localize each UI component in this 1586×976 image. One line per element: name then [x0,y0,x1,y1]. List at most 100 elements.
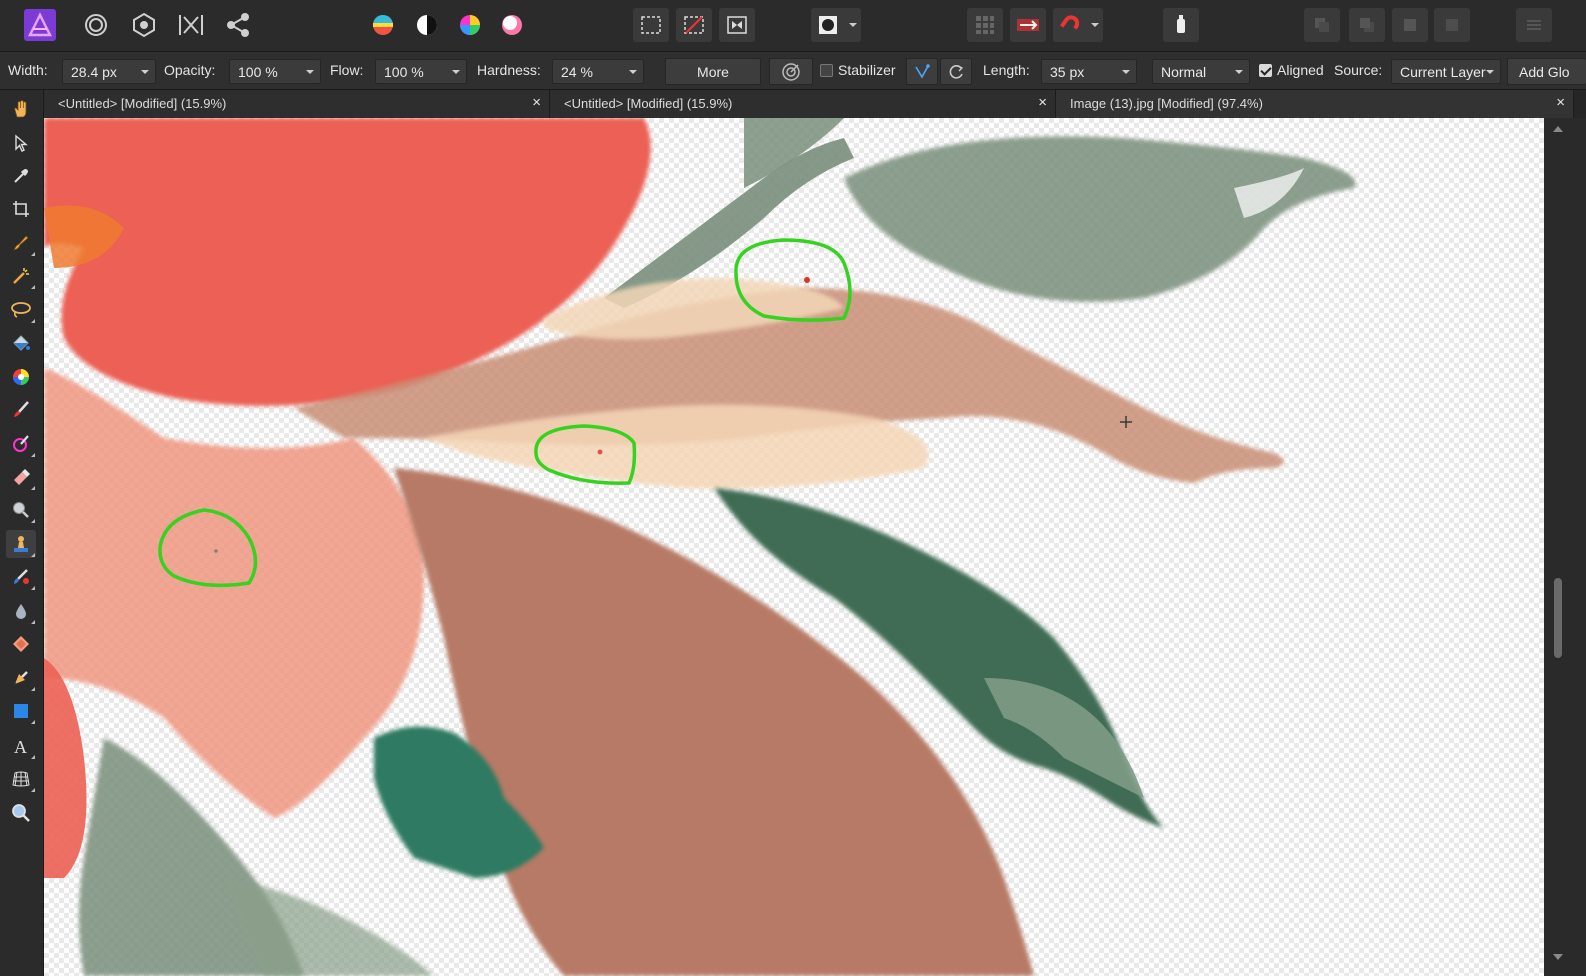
aligned-checkbox[interactable] [1259,64,1272,77]
paint-brush-tool-icon[interactable] [6,396,36,424]
gradient-tool-icon[interactable] [6,363,36,391]
move-tool-icon[interactable] [6,129,36,157]
force-pixel-alignment-icon[interactable] [1010,8,1046,42]
main-toolbar [0,0,1586,52]
rope-mode-button[interactable] [906,58,938,85]
crop-tool-icon[interactable] [6,195,36,223]
width-field[interactable]: 28.4 px [62,59,156,84]
color-wheel-icon[interactable] [452,8,488,42]
blur-brush-tool-icon[interactable] [6,597,36,625]
deselect-icon[interactable] [676,8,712,42]
snapping-magnet-icon[interactable] [1053,8,1087,42]
add-global-source-button[interactable]: Add Glo [1507,58,1586,85]
context-toolbar: Width: 28.4 px Opacity: 100 % Flow: 100 … [0,52,1586,90]
tools-panel: A [0,90,44,976]
red-eye-tool-icon[interactable] [6,630,36,658]
scroll-down-icon[interactable] [1553,954,1563,960]
quick-mask-icon[interactable] [811,8,845,42]
app-logo-icon[interactable] [22,8,58,42]
flood-fill-tool-icon[interactable] [6,330,36,358]
length-field[interactable]: 35 px [1041,59,1137,84]
flow-value: 100 % [384,64,424,80]
develop-persona-icon[interactable] [126,8,162,42]
blend-mode-select[interactable]: Normal [1152,59,1250,84]
close-icon[interactable]: × [532,94,541,111]
tab-untitled-2[interactable]: <Untitled> [Modified] (15.9%) × [550,90,1056,118]
color-picker-tool-icon[interactable] [6,162,36,190]
svg-text:A: A [14,737,27,756]
freehand-selection-tool-icon[interactable] [6,296,36,324]
hardness-field[interactable]: 24 % [552,59,644,84]
hsl-icon[interactable] [365,8,401,42]
move-to-back-icon[interactable] [1392,8,1428,42]
document-tabs: <Untitled> [Modified] (15.9%) × <Untitle… [44,90,1586,118]
marquee-icon[interactable] [633,8,669,42]
scroll-up-icon[interactable] [1553,126,1563,132]
window-mode-icon [949,64,964,79]
source-label: Source: [1334,62,1383,78]
artistic-text-tool-icon[interactable]: A [6,732,36,760]
tone-mapping-persona-icon[interactable] [173,8,209,42]
aligned-label: Aligned [1277,62,1324,78]
assistant-icon[interactable] [1163,8,1199,42]
mesh-warp-tool-icon[interactable] [6,765,36,793]
hand-tool-icon[interactable] [6,95,36,123]
hardness-value: 24 % [561,64,593,80]
scroll-thumb[interactable] [1554,578,1562,658]
vertical-scrollbar[interactable] [1544,118,1586,976]
length-label: Length: [983,62,1030,78]
affinity-photo-window: Width: 28.4 px Opacity: 100 % Flow: 100 … [0,0,1586,976]
zoom-tool-icon[interactable] [6,799,36,827]
stabilizer-checkbox[interactable] [820,64,833,77]
grey-spot [214,549,218,553]
close-icon[interactable]: × [1556,94,1565,111]
levels-icon[interactable] [409,8,445,42]
color-replacement-tool-icon[interactable] [6,430,36,458]
clone-brush-tool-icon[interactable] [6,530,36,558]
close-icon[interactable]: × [1038,94,1047,111]
erase-brush-tool-icon[interactable] [6,463,36,491]
width-value: 28.4 px [71,64,117,80]
red-strip-left [44,658,87,878]
brush-pressure-button[interactable] [769,58,813,85]
export-persona-icon[interactable] [220,8,256,42]
quick-mask-dropdown[interactable] [845,8,861,42]
move-back-icon[interactable] [1304,8,1340,42]
selection-brush-tool-icon[interactable] [6,229,36,257]
hardness-label: Hardness: [477,62,541,78]
opacity-label: Opacity: [164,62,216,78]
tab-untitled-1[interactable]: <Untitled> [Modified] (15.9%) × [44,90,550,118]
opacity-value: 100 % [238,64,278,80]
white-balance-icon[interactable] [494,8,530,42]
window-mode-button[interactable] [940,58,972,85]
brown-petal-large [394,468,1034,976]
more-button[interactable]: More [665,58,761,85]
tab-label: <Untitled> [Modified] (15.9%) [58,96,227,111]
flood-select-tool-icon[interactable] [6,262,36,290]
pen-tool-icon[interactable] [6,664,36,692]
leaf-top-right [844,136,1356,302]
panels-icon[interactable] [1516,8,1552,42]
tab-image-13[interactable]: Image (13).jpg [Modified] (97.4%) × [1056,90,1574,118]
pressure-icon [782,62,800,81]
stabilizer-label: Stabilizer [838,62,896,78]
liquify-persona-icon[interactable] [78,8,114,42]
red-spot [804,277,810,283]
flow-field[interactable]: 100 % [375,59,467,84]
blend-mode-value: Normal [1161,64,1207,80]
invert-selection-icon[interactable] [719,8,755,42]
tab-label: <Untitled> [Modified] (15.9%) [564,96,733,111]
snapping-dropdown[interactable] [1087,8,1103,42]
width-label: Width: [8,62,48,78]
opacity-field[interactable]: 100 % [229,59,321,84]
snapping-grid-icon[interactable] [967,8,1003,42]
move-forward-icon[interactable] [1349,8,1385,42]
document-canvas[interactable] [44,118,1544,976]
source-select[interactable]: Current Layer [1391,59,1501,84]
healing-brush-tool-icon[interactable] [6,563,36,591]
rectangle-tool-icon[interactable] [6,697,36,725]
dodge-brush-tool-icon[interactable] [6,496,36,524]
red-spot [597,449,603,455]
flow-label: Flow: [330,62,364,78]
move-to-front-icon[interactable] [1434,8,1470,42]
